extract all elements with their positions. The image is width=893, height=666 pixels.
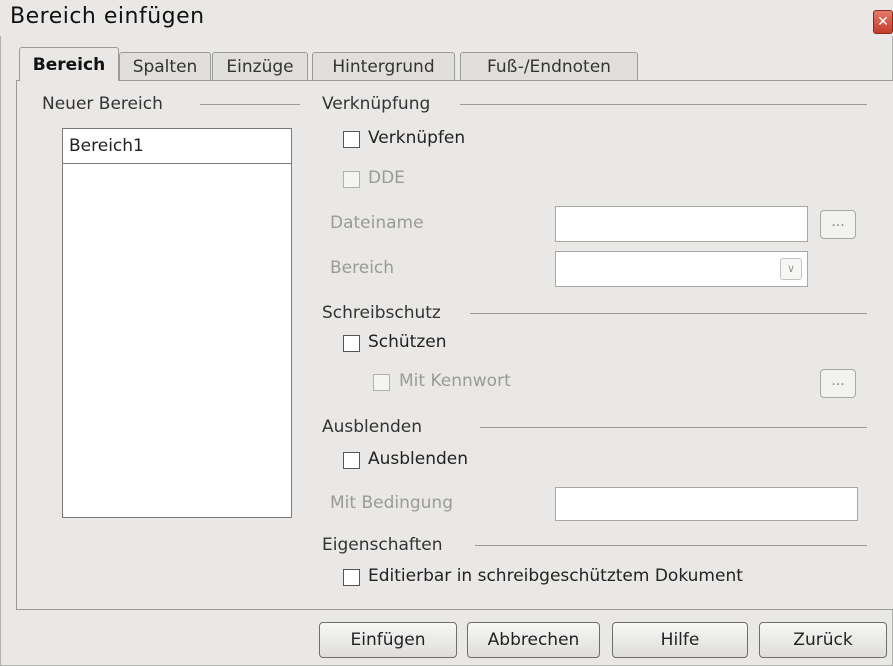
section-name-value: Bereich1 [69, 136, 144, 156]
filename-browse-button: ... [820, 210, 856, 239]
window-border-left [0, 36, 1, 666]
protect-checkbox[interactable] [343, 335, 360, 352]
link-section-dropdown: ∨ [555, 251, 808, 287]
group-line-properties [475, 545, 867, 546]
section-name-input[interactable]: Bereich1 [62, 128, 292, 164]
properties-heading: Eigenschaften [322, 535, 451, 555]
password-checkbox-label: Mit Kennwort [399, 371, 511, 391]
editable-checkbox[interactable] [343, 569, 360, 586]
new-section-heading: Neuer Bereich [42, 94, 171, 114]
filename-label: Dateiname [330, 213, 424, 233]
group-line-hide [480, 427, 867, 428]
tab-einzuege[interactable]: Einzüge [212, 52, 308, 80]
group-line-protection [470, 313, 867, 314]
link-section-label: Bereich [330, 258, 395, 278]
group-line-link [460, 104, 867, 105]
insert-button[interactable]: Einfügen [319, 622, 457, 658]
group-line-new-section [200, 104, 300, 105]
window-title: Bereich einfügen [10, 4, 205, 29]
password-button: ... [820, 369, 856, 398]
condition-label: Mit Bedingung [330, 493, 454, 513]
hide-heading: Ausblenden [322, 417, 431, 437]
condition-input [555, 487, 858, 521]
editable-checkbox-label[interactable]: Editierbar in schreibgeschütztem Dokumen… [368, 566, 743, 586]
protect-checkbox-label[interactable]: Schützen [368, 332, 447, 352]
hide-checkbox[interactable] [343, 452, 360, 469]
dde-checkbox [343, 171, 360, 188]
hide-checkbox-label[interactable]: Ausblenden [368, 449, 468, 469]
help-button[interactable]: Hilfe [612, 622, 748, 658]
cancel-button[interactable]: Abbrechen [467, 622, 600, 658]
tab-hintergrund[interactable]: Hintergrund [312, 52, 455, 80]
link-heading: Verknüpfung [322, 94, 439, 114]
link-checkbox[interactable] [343, 131, 360, 148]
back-button[interactable]: Zurück [759, 622, 887, 658]
tab-spalten[interactable]: Spalten [119, 52, 211, 80]
tab-fussnoten[interactable]: Fuß-/Endnoten [460, 52, 638, 80]
password-checkbox [373, 374, 390, 391]
dde-checkbox-label: DDE [368, 168, 405, 188]
tab-bereich[interactable]: Bereich [19, 47, 119, 81]
filename-input [555, 206, 808, 242]
close-icon[interactable]: ✕ [873, 10, 893, 34]
section-list[interactable] [62, 163, 292, 518]
chevron-down-icon: ∨ [780, 258, 802, 280]
link-checkbox-label[interactable]: Verknüpfen [368, 128, 465, 148]
protection-heading: Schreibschutz [322, 303, 449, 323]
